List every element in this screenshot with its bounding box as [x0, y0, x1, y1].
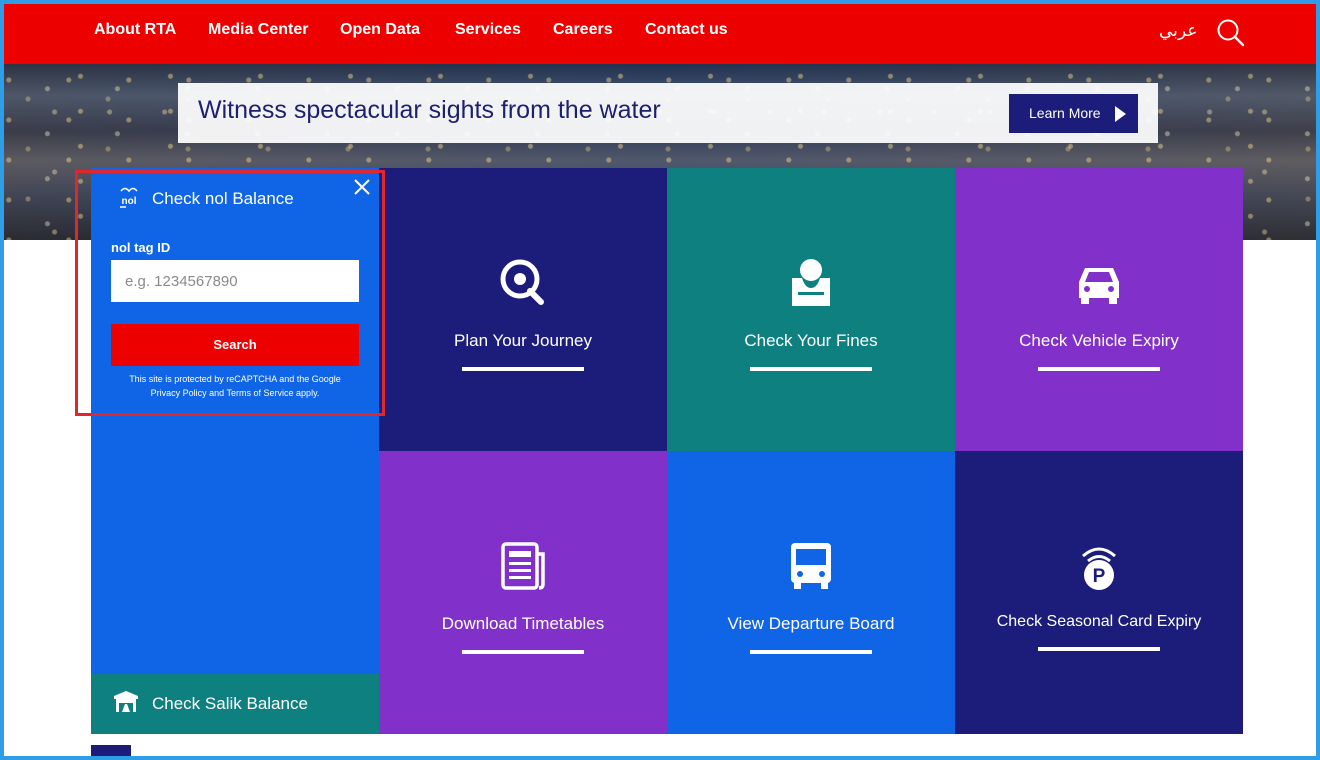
- nav-about-rta[interactable]: About RTA: [94, 21, 176, 39]
- map-pin-icon: [497, 256, 549, 308]
- tile-underline: [462, 367, 584, 371]
- tile-underline: [750, 367, 872, 371]
- nol-balance-column: nol Check nol Balance nol tag ID Search …: [91, 168, 379, 674]
- check-salik-balance-button[interactable]: Check Salik Balance: [91, 674, 379, 734]
- close-icon[interactable]: [353, 178, 371, 196]
- learn-more-label: Learn More: [1029, 105, 1101, 121]
- tile-label: Check Vehicle Expiry: [1019, 331, 1179, 350]
- toll-gate-icon: [113, 690, 139, 714]
- terms-of-service-link[interactable]: Terms of Service: [227, 388, 294, 398]
- parking-icon: P: [1073, 542, 1125, 594]
- nol-panel-title: Check nol Balance: [152, 189, 294, 208]
- nol-tag-id-label: nol tag ID: [111, 240, 171, 255]
- nol-logo-icon: nol: [117, 184, 141, 210]
- bottom-section-edge: [91, 745, 131, 760]
- tile-check-seasonal-card-expiry[interactable]: P Check Seasonal Card Expiry: [955, 451, 1243, 734]
- tile-underline: [1038, 647, 1160, 651]
- privacy-policy-link[interactable]: Privacy Policy: [151, 388, 207, 398]
- tile-label: View Departure Board: [727, 614, 895, 633]
- tile-label: Check Your Fines: [744, 331, 878, 350]
- nav-media-center[interactable]: Media Center: [208, 21, 308, 39]
- promo-headline: Witness spectacular sights from the wate…: [198, 96, 661, 124]
- promo-bar: Witness spectacular sights from the wate…: [178, 83, 1158, 143]
- nav-services[interactable]: Services: [455, 21, 521, 39]
- nav-open-data[interactable]: Open Data: [340, 21, 420, 39]
- officer-icon: [785, 256, 837, 308]
- car-icon: [1073, 258, 1125, 310]
- tile-underline: [462, 650, 584, 654]
- tile-label: Check Seasonal Card Expiry: [996, 613, 1202, 630]
- tile-underline: [1038, 367, 1160, 371]
- tile-view-departure-board[interactable]: View Departure Board: [667, 451, 955, 734]
- learn-more-button[interactable]: Learn More: [1009, 94, 1138, 133]
- recaptcha-apply: apply.: [296, 388, 320, 398]
- tile-check-vehicle-expiry[interactable]: Check Vehicle Expiry: [955, 168, 1243, 451]
- nav-careers[interactable]: Careers: [553, 21, 613, 39]
- tile-plan-your-journey[interactable]: Plan Your Journey: [379, 168, 667, 451]
- search-icon[interactable]: [1216, 18, 1246, 48]
- tile-check-your-fines[interactable]: Check Your Fines: [667, 168, 955, 451]
- nol-logo-text: nol: [122, 196, 137, 207]
- tile-download-timetables[interactable]: Download Timetables: [379, 451, 667, 734]
- tile-underline: [750, 650, 872, 654]
- tile-label: Download Timetables: [441, 614, 605, 633]
- nol-search-button[interactable]: Search: [111, 324, 359, 366]
- recaptcha-notice: This site is protected by reCAPTCHA and …: [109, 372, 361, 400]
- recaptcha-text: This site is protected by reCAPTCHA and …: [129, 374, 341, 384]
- recaptcha-and: and: [209, 388, 225, 398]
- tile-label: Plan Your Journey: [454, 331, 592, 350]
- nol-tag-id-input[interactable]: [111, 260, 359, 302]
- nav-contact-us[interactable]: Contact us: [645, 21, 728, 39]
- salik-label: Check Salik Balance: [152, 694, 308, 713]
- nol-balance-panel: nol Check nol Balance nol tag ID Search …: [91, 168, 379, 418]
- newspaper-icon: [497, 540, 549, 592]
- language-switch[interactable]: عربي: [1159, 21, 1197, 41]
- bus-icon: [785, 540, 837, 592]
- svg-text:P: P: [1093, 566, 1106, 587]
- top-navigation: About RTA Media Center Open Data Service…: [4, 4, 1316, 64]
- play-arrow-icon: [1115, 106, 1126, 122]
